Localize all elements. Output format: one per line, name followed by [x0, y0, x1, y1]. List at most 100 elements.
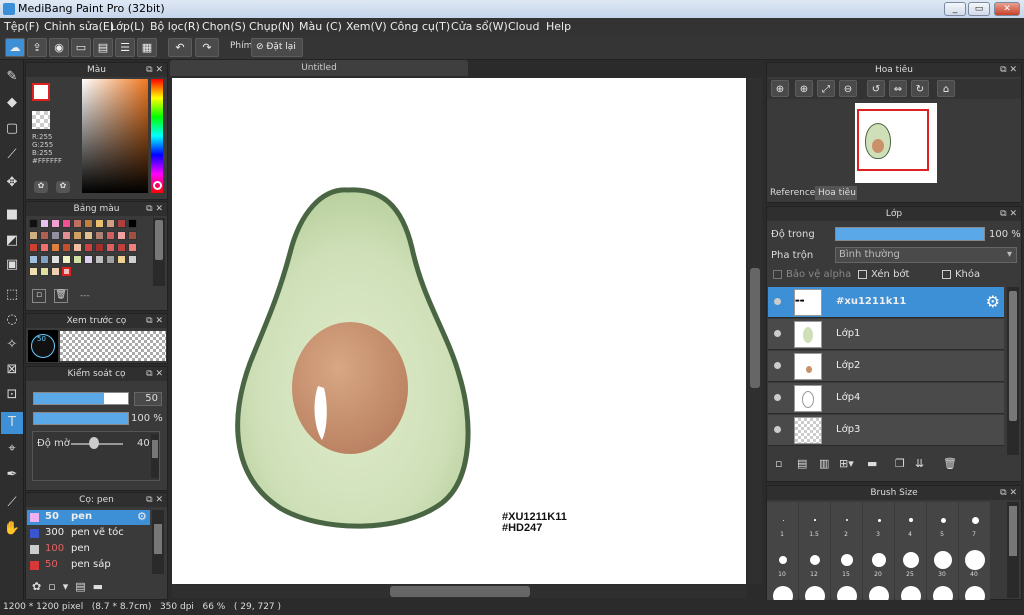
layer-row[interactable]: Lớp2: [768, 351, 1004, 382]
text-tool-icon[interactable]: T: [1, 412, 23, 434]
palette-swatch[interactable]: [73, 231, 82, 240]
brush-size-slider[interactable]: [33, 392, 129, 405]
new-brush-icon[interactable]: ▫: [48, 580, 55, 593]
eraser-tool-icon[interactable]: ◆: [1, 92, 23, 114]
palette-scrollbar[interactable]: [153, 218, 165, 286]
panel-close-icon[interactable]: ⧉ ✕: [146, 493, 163, 507]
duplicate-layer-icon[interactable]: ❐: [895, 457, 905, 470]
palette-swatch[interactable]: [117, 231, 126, 240]
navigator-preview[interactable]: [855, 103, 937, 183]
hand-tool-icon[interactable]: ✋: [1, 518, 23, 540]
layer-row[interactable]: Lớp4: [768, 383, 1004, 414]
menu-tools[interactable]: Công cụ(T): [390, 20, 450, 33]
brush-size-dot[interactable]: [934, 551, 952, 569]
magic-wand-tool-icon[interactable]: ✧: [1, 334, 23, 356]
menu-filter[interactable]: Bộ lọc(R): [150, 20, 200, 33]
reset-view-icon[interactable]: ⌂: [937, 80, 955, 97]
page-icon[interactable]: ▤: [93, 38, 113, 57]
palette-swatch[interactable]: [29, 267, 38, 276]
new-palette-icon[interactable]: ▫: [32, 289, 46, 303]
move-tool-icon[interactable]: ✥: [1, 172, 23, 194]
panel-close-icon[interactable]: ⧉ ✕: [146, 314, 163, 328]
brush-list-scrollbar[interactable]: [152, 510, 164, 574]
add-brush-icon[interactable]: ✿: [32, 580, 41, 593]
palette-swatch[interactable]: [51, 231, 60, 240]
blur-slider-handle[interactable]: [89, 437, 99, 449]
chat-icon[interactable]: ▭: [71, 38, 91, 57]
new-layer-icon[interactable]: ▫: [775, 457, 782, 470]
palette-swatch[interactable]: [117, 243, 126, 252]
palette-swatch[interactable]: [51, 219, 60, 228]
palette-swatch[interactable]: [51, 267, 60, 276]
palette-swatch[interactable]: [117, 255, 126, 264]
foreground-color-swatch[interactable]: [32, 83, 50, 101]
menu-capture[interactable]: Chụp(N): [249, 20, 294, 33]
fill-rect-tool-icon[interactable]: ■: [1, 204, 23, 226]
palette-swatch[interactable]: [29, 255, 38, 264]
brush-size-dot[interactable]: [903, 552, 919, 568]
brush-item[interactable]: 100 pen: [27, 542, 149, 557]
eye-icon[interactable]: [774, 394, 781, 401]
panel-close-icon[interactable]: ⧉ ✕: [146, 367, 163, 381]
brush-tool-icon[interactable]: ✎: [1, 66, 23, 88]
palette-swatch[interactable]: [62, 255, 71, 264]
hue-handle[interactable]: [153, 181, 162, 190]
palette-swatch[interactable]: [84, 255, 93, 264]
layer-row[interactable]: ▬▬ #xu1211k11 ⚙: [768, 287, 1004, 318]
palette-swatch[interactable]: [40, 231, 49, 240]
gear-icon[interactable]: ⚙: [986, 292, 1000, 311]
zoom-in-icon[interactable]: ⊕: [795, 80, 813, 97]
brush-item[interactable]: 50 pen ⚙: [27, 510, 149, 525]
palette-swatches[interactable]: [29, 219, 147, 277]
eye-icon[interactable]: [774, 298, 781, 305]
share-icon[interactable]: ⇪: [27, 38, 47, 57]
panel-close-icon[interactable]: ⧉ ✕: [146, 202, 163, 216]
palette-swatch[interactable]: [40, 219, 49, 228]
palette-swatch[interactable]: [128, 219, 137, 228]
options-scrollbar[interactable]: [151, 434, 159, 478]
dropper-tool-icon[interactable]: ✒: [1, 464, 23, 486]
menu-cloud[interactable]: Cloud: [508, 20, 539, 33]
blend-mode-select[interactable]: Bình thường ▾: [835, 247, 1017, 263]
brush-item[interactable]: 300 pen vẽ tóc: [27, 526, 149, 541]
menu-color[interactable]: Màu (C): [299, 20, 342, 33]
palette-swatch[interactable]: [95, 231, 104, 240]
menu-file[interactable]: Tệp(F): [4, 20, 39, 33]
palette-swatch[interactable]: [128, 255, 137, 264]
select-rect-tool-icon[interactable]: ⬚: [1, 284, 23, 306]
lock-checkbox[interactable]: [942, 270, 951, 279]
list-icon[interactable]: ☰: [115, 38, 135, 57]
canvas-horizontal-scrollbar[interactable]: [172, 585, 746, 598]
select-eraser-tool-icon[interactable]: ⊡: [1, 384, 23, 406]
menu-layer[interactable]: Lớp(L): [110, 20, 145, 33]
fit-icon[interactable]: ⤢: [817, 80, 835, 97]
reset-button[interactable]: ⊘ Đặt lại: [251, 38, 303, 57]
palette-swatch[interactable]: [106, 255, 115, 264]
trash-icon[interactable]: 🗑: [943, 457, 957, 470]
brush-size-dot[interactable]: [940, 517, 946, 523]
rotate-left-icon[interactable]: ↺: [867, 80, 885, 97]
palette-swatch[interactable]: [51, 255, 60, 264]
brush-size-dot[interactable]: [782, 519, 784, 521]
panel-close-icon[interactable]: ⧉ ✕: [1000, 486, 1017, 500]
zoom-out-icon[interactable]: ⊖: [839, 80, 857, 97]
brush-item[interactable]: 50 pen sáp: [27, 558, 149, 573]
eye-icon[interactable]: [774, 362, 781, 369]
redo-icon[interactable]: ↷: [195, 38, 219, 57]
menu-window[interactable]: Cửa sổ(W): [451, 20, 508, 33]
palette-swatch[interactable]: [84, 231, 93, 240]
brush-size-grid[interactable]: 1 1.5 2 3 4 5 7 10 12 15 20 25 30 40: [767, 502, 993, 606]
palette-swatch[interactable]: [128, 243, 137, 252]
new-8bit-layer-icon[interactable]: ▥: [819, 457, 829, 470]
panel-close-icon[interactable]: ⧉ ✕: [146, 63, 163, 77]
layer-opacity-slider[interactable]: [835, 227, 985, 241]
brush-size-dot[interactable]: [841, 554, 853, 566]
palette-swatch[interactable]: [40, 267, 49, 276]
palette-swatch[interactable]: [29, 231, 38, 240]
palette-swatch[interactable]: [62, 243, 71, 252]
bucket-tool-icon[interactable]: ◩: [1, 230, 23, 252]
palette-swatch[interactable]: [73, 219, 82, 228]
brush-opacity-slider[interactable]: [33, 412, 129, 425]
copy-brush-icon[interactable]: ▤: [75, 580, 85, 593]
palette-swatch[interactable]: [62, 267, 71, 276]
